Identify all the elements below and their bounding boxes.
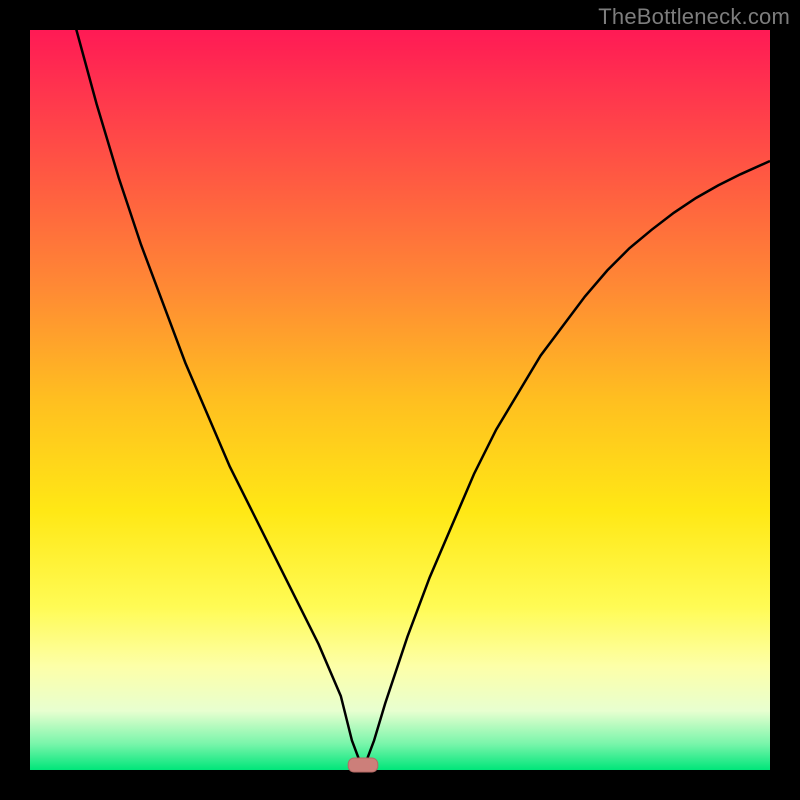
chart-frame: TheBottleneck.com [0, 0, 800, 800]
watermark-text: TheBottleneck.com [598, 4, 790, 30]
optimal-marker [348, 758, 378, 772]
bottleneck-plot [0, 0, 800, 800]
